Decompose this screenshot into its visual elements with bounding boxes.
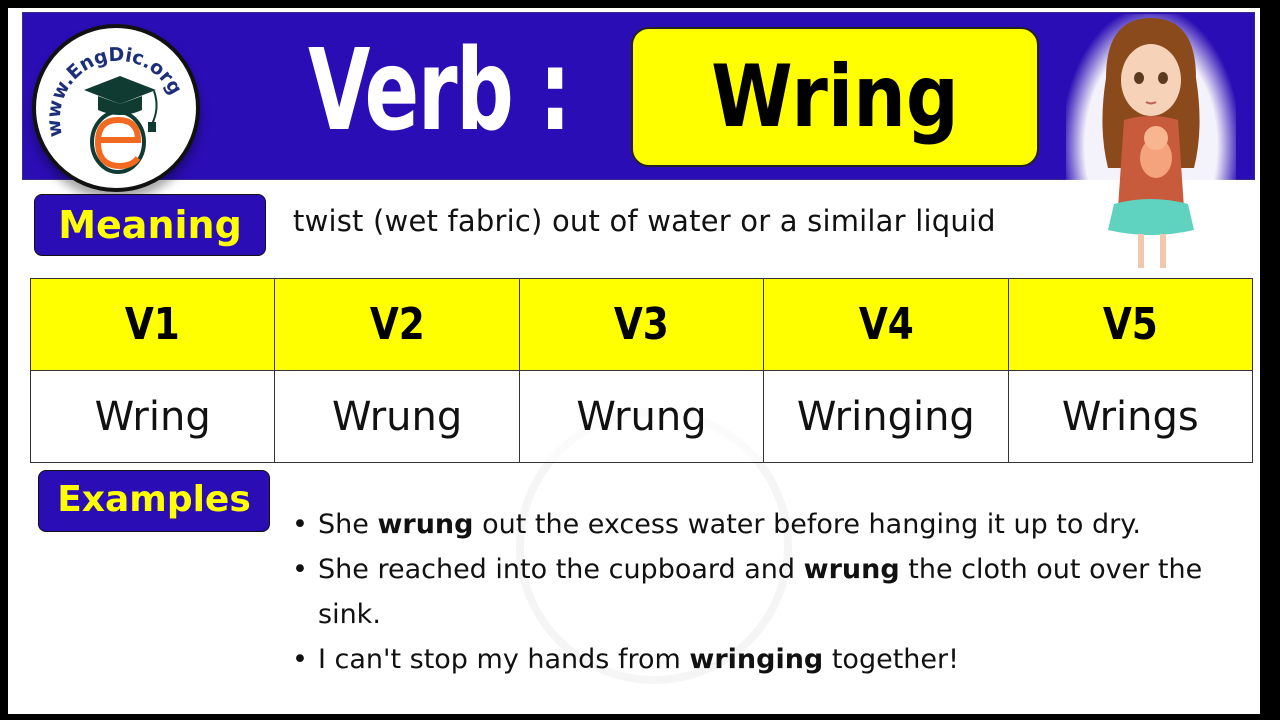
headword: Wring bbox=[711, 47, 959, 147]
forms-header-row: V1 V2 V3 V4 V5 bbox=[29, 278, 1254, 371]
form-cell-v1: Wring bbox=[29, 370, 276, 463]
verb-forms-table: V1 V2 V3 V4 V5 Wring Wrung Wrung Wringin… bbox=[29, 278, 1254, 463]
girl-with-cat-illustration-icon bbox=[1102, 18, 1200, 268]
forms-value-row: Wring Wrung Wrung Wringing Wrings bbox=[29, 370, 1254, 463]
header-cell-v5: V5 bbox=[1007, 278, 1254, 371]
engdic-logo[interactable]: www.EngDic.org bbox=[32, 24, 200, 192]
infographic-canvas: www.EngDic.org Verb : Wring Meaning twis… bbox=[8, 8, 1260, 714]
form-cell-v2: Wrung bbox=[274, 370, 520, 463]
example-item: I can't stop my hands from wringing toge… bbox=[286, 637, 1246, 682]
example-item: She wrung out the excess water before ha… bbox=[286, 502, 1246, 547]
header-cell-v1: V1 bbox=[29, 278, 276, 371]
header-cell-v3: V3 bbox=[518, 278, 765, 371]
example-keyword: wrung bbox=[803, 554, 900, 585]
graduation-cap-e-icon: www.EngDic.org bbox=[43, 44, 186, 174]
form-cell-v5: Wrings bbox=[1007, 370, 1254, 463]
header-cell-v4: V4 bbox=[763, 278, 1009, 371]
form-cell-v3: Wrung bbox=[518, 370, 765, 463]
part-of-speech-title: Verb : bbox=[308, 26, 571, 156]
examples-label: Examples bbox=[38, 470, 270, 532]
examples-list: She wrung out the excess water before ha… bbox=[286, 502, 1246, 682]
word-highlight-box: Wring bbox=[631, 27, 1039, 167]
example-keyword: wringing bbox=[689, 644, 824, 675]
meaning-label: Meaning bbox=[34, 194, 266, 256]
example-item: She reached into the cupboard and wrung … bbox=[286, 547, 1246, 637]
header-cell-v2: V2 bbox=[274, 278, 520, 371]
form-cell-v4: Wringing bbox=[763, 370, 1009, 463]
meaning-definition: twist (wet fabric) out of water or a sim… bbox=[293, 204, 996, 238]
example-keyword: wrung bbox=[377, 509, 474, 540]
